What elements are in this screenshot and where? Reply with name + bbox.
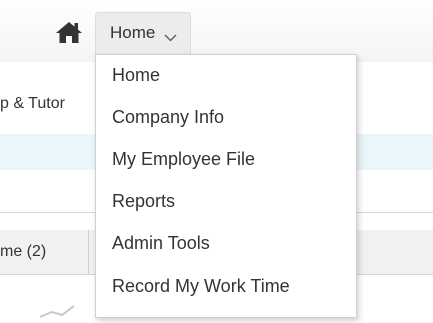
menu-item-home[interactable]: Home — [112, 65, 160, 86]
menu-item-company-info[interactable]: Company Info — [112, 107, 224, 128]
menu-item-my-employee-file[interactable]: My Employee File — [112, 149, 255, 170]
home-icon[interactable] — [55, 20, 83, 44]
home-dropdown-menu: Home Company Info My Employee File Repor… — [95, 54, 357, 318]
menu-item-record-my-work-time[interactable]: Record My Work Time — [112, 276, 290, 297]
home-menu-button[interactable]: Home — [95, 12, 191, 54]
tab-time[interactable]: me (2) — [0, 243, 46, 261]
chevron-down-icon — [164, 29, 177, 42]
home-menu-button-label: Home — [110, 23, 156, 42]
chart-line-icon — [39, 290, 100, 318]
help-tutorials-link[interactable]: p & Tutor — [0, 95, 65, 113]
menu-item-admin-tools[interactable]: Admin Tools — [112, 233, 210, 254]
menu-item-reports[interactable]: Reports — [112, 191, 175, 212]
tab-separator — [88, 230, 89, 274]
